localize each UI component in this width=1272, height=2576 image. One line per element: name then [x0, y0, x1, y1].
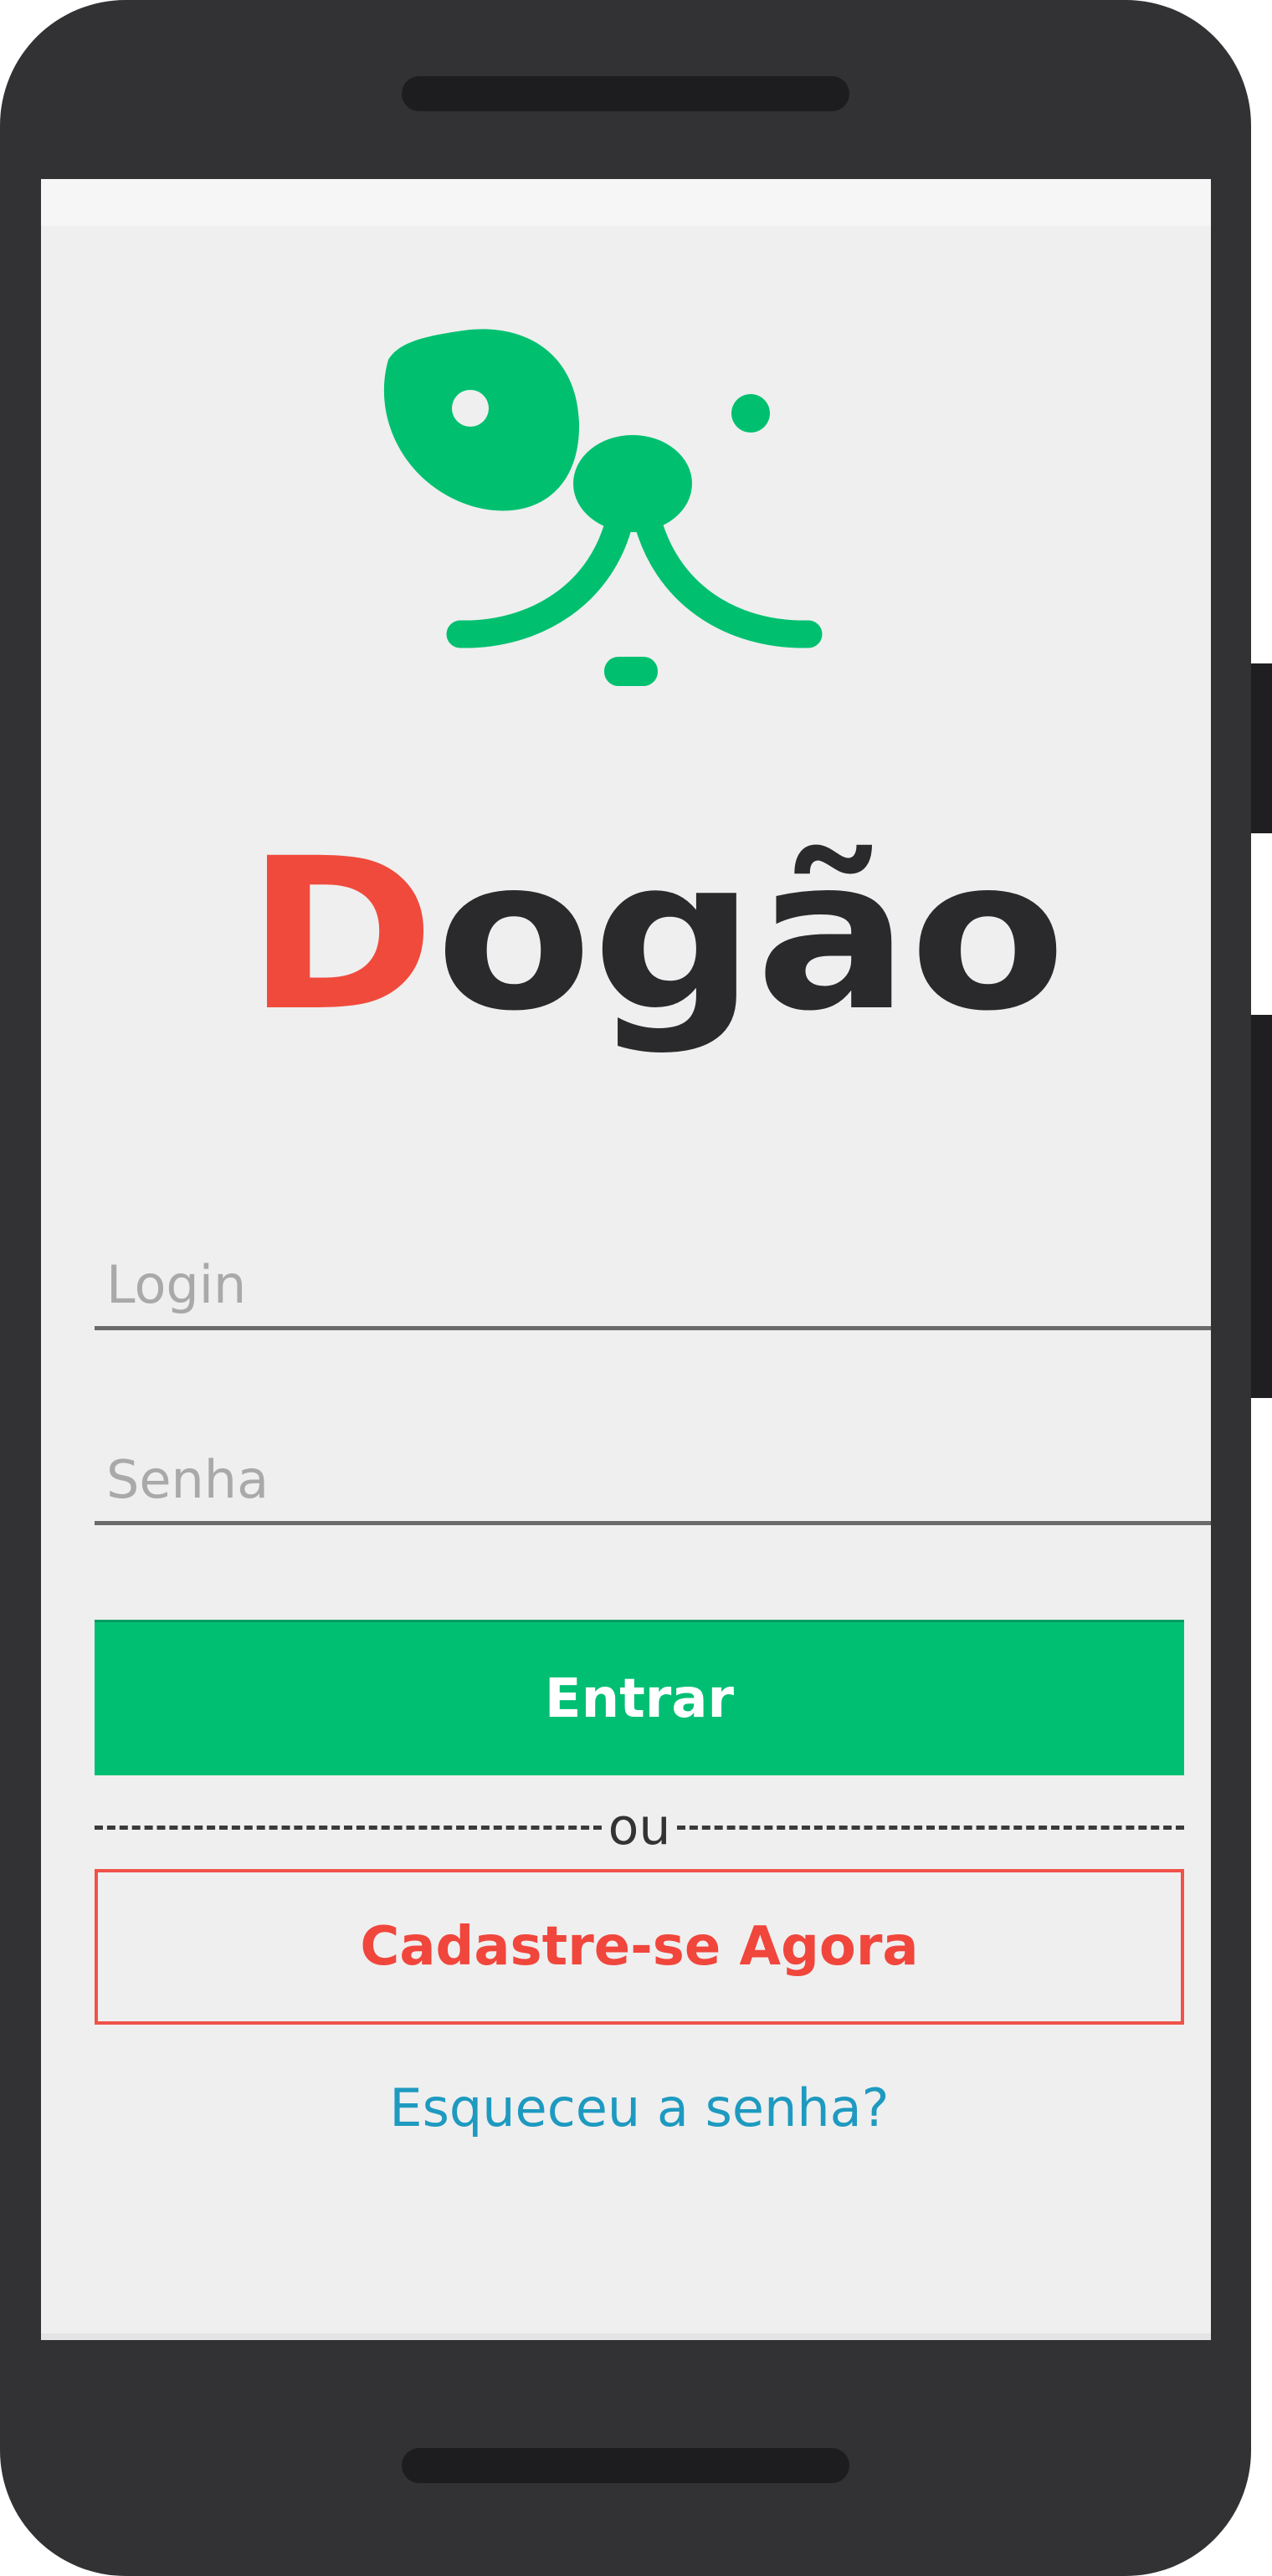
earpiece-speaker: [402, 76, 849, 111]
bottom-speaker: [402, 2448, 849, 2483]
divider-line-right: [677, 1825, 1184, 1830]
screen-bottom-edge: [41, 2333, 1211, 2340]
power-button: [1251, 663, 1272, 833]
divider-text: ou: [608, 1798, 671, 1856]
svg-text:Dogão: Dogão: [246, 813, 1066, 1057]
or-divider: ou: [95, 1794, 1184, 1861]
phone-frame: Dogão Entrar ou Cadastre-se Agora Esquec…: [0, 0, 1251, 2576]
login-input[interactable]: [95, 1243, 1211, 1330]
forgot-password-link[interactable]: Esqueceu a senha?: [95, 2075, 1184, 2143]
brand-letter-d: D: [246, 813, 435, 1057]
password-input[interactable]: [95, 1438, 1211, 1525]
divider-line-left: [95, 1825, 602, 1830]
brand-logo: Dogão: [246, 813, 1066, 1057]
volume-button: [1251, 1015, 1272, 1398]
status-bar: [41, 179, 1211, 226]
app-screen: Dogão Entrar ou Cadastre-se Agora Esquec…: [41, 179, 1211, 2340]
login-button[interactable]: Entrar: [95, 1620, 1184, 1775]
dog-face-icon: [383, 329, 823, 686]
signup-button[interactable]: Cadastre-se Agora: [95, 1869, 1184, 2025]
brand-text-rest: ogão: [435, 813, 1066, 1057]
